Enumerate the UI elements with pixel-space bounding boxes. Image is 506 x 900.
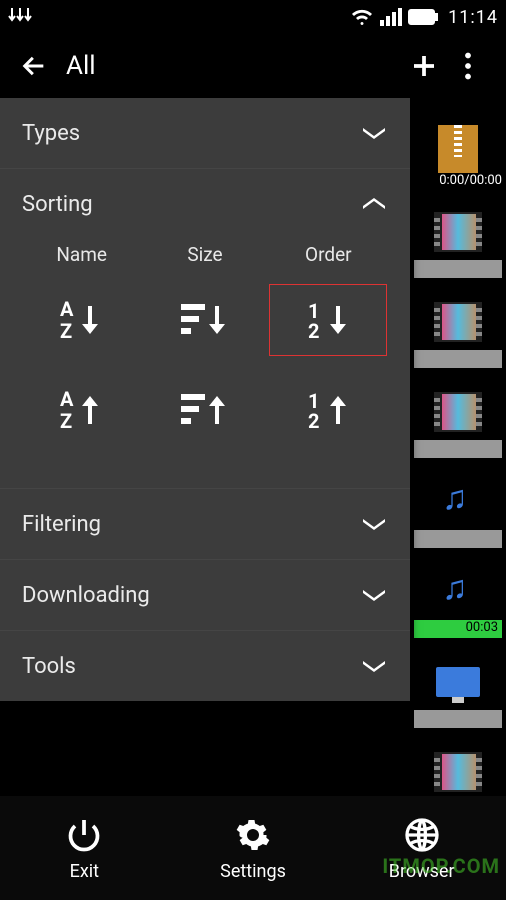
svg-text:A: A (60, 297, 74, 321)
film-icon (430, 298, 486, 346)
watermark: ITMOP.COM (382, 854, 500, 878)
svg-text:A: A (60, 387, 74, 411)
menu-tools-label: Tools (22, 654, 360, 679)
nav-browser[interactable]: Browser (337, 796, 506, 900)
progress-bar (414, 440, 502, 458)
page-title: All (66, 51, 402, 81)
list-item[interactable]: 0:00/00:00 (410, 98, 506, 188)
menu-tools[interactable]: Tools (0, 631, 410, 701)
nav-exit[interactable]: Exit (0, 796, 169, 900)
list-item[interactable] (410, 458, 506, 548)
add-button[interactable] (402, 44, 446, 88)
sort-col-order: Order (273, 243, 383, 266)
chevron-up-icon (360, 190, 388, 218)
status-time: 11:14 (448, 7, 498, 28)
download-indicator-icon (8, 6, 32, 28)
list-item[interactable] (410, 188, 506, 278)
menu-filtering-label: Filtering (22, 512, 360, 537)
chevron-down-icon (360, 119, 388, 147)
status-bar: 11:14 (0, 0, 506, 34)
menu-panel: Types Sorting Name Size Order (0, 98, 410, 701)
list-item[interactable] (410, 368, 506, 458)
note-icon (430, 568, 486, 616)
monitor-icon (430, 658, 486, 706)
svg-text:2: 2 (308, 409, 319, 433)
progress-bar (414, 350, 502, 368)
item-time: 0:00/00:00 (414, 173, 502, 188)
globe-icon (402, 815, 442, 855)
power-icon (64, 815, 104, 855)
sort-size-asc[interactable] (146, 374, 264, 446)
list-item[interactable] (410, 278, 506, 368)
progress-bar (414, 710, 502, 728)
signal-icon (380, 8, 402, 26)
menu-downloading-label: Downloading (22, 583, 360, 608)
svg-text:Z: Z (60, 409, 72, 433)
bottom-nav: Exit Settings Browser (0, 796, 506, 900)
film-icon (430, 208, 486, 256)
overflow-menu-button[interactable] (446, 44, 490, 88)
list-item[interactable] (410, 638, 506, 728)
menu-downloading[interactable]: Downloading (0, 560, 410, 630)
sort-name-desc[interactable]: A Z (23, 284, 141, 356)
sort-col-size: Size (150, 243, 260, 266)
progress-bar (414, 260, 502, 278)
menu-types[interactable]: Types (0, 98, 410, 168)
battery-icon (408, 9, 438, 25)
menu-sorting-label: Sorting (22, 192, 360, 217)
menu-filtering[interactable]: Filtering (0, 489, 410, 559)
nav-settings-label: Settings (220, 861, 286, 882)
chevron-down-icon (360, 652, 388, 680)
sort-order-asc[interactable]: 1 2 (269, 374, 387, 446)
download-list: 0:00/00:0000:0300:08 (410, 98, 506, 796)
nav-exit-label: Exit (70, 861, 99, 882)
progress-bar: 00:03 (414, 620, 502, 638)
film-icon (430, 748, 486, 796)
gear-icon (233, 815, 273, 855)
sort-col-name: Name (27, 243, 137, 266)
sorting-options: Name Size Order A Z (0, 243, 410, 488)
menu-sorting[interactable]: Sorting (0, 169, 410, 239)
chevron-down-icon (360, 581, 388, 609)
menu-types-label: Types (22, 121, 360, 146)
list-item[interactable]: 00:03 (410, 548, 506, 638)
zip-icon (430, 125, 486, 173)
film-icon (430, 388, 486, 436)
sort-name-asc[interactable]: A Z (23, 374, 141, 446)
item-time: 00:03 (466, 620, 498, 635)
svg-text:2: 2 (308, 319, 319, 343)
chevron-down-icon (360, 510, 388, 538)
back-button[interactable] (16, 48, 52, 84)
sort-size-desc[interactable] (146, 284, 264, 356)
app-bar: All (0, 34, 506, 98)
wifi-icon (350, 8, 374, 26)
nav-settings[interactable]: Settings (169, 796, 338, 900)
note-icon (430, 478, 486, 526)
svg-text:Z: Z (60, 319, 72, 343)
progress-bar (414, 530, 502, 548)
sort-order-desc[interactable]: 1 2 (269, 284, 387, 356)
